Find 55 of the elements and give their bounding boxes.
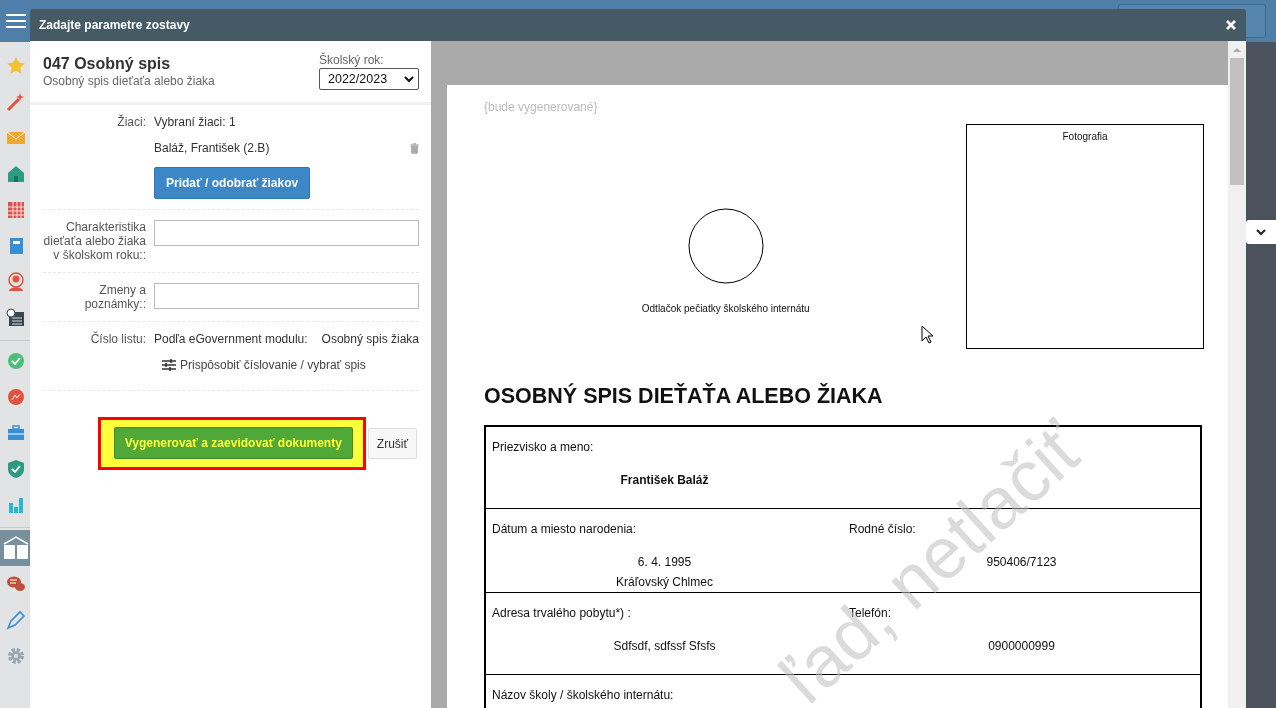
menu-icon[interactable]: [6, 13, 26, 29]
gear-icon: [5, 646, 26, 666]
person-icon: [5, 272, 26, 292]
chevron-icon: [1256, 228, 1266, 236]
field-label: Žiaci:: [116, 115, 146, 131]
book-icon: [1, 535, 30, 561]
star-icon: [5, 56, 26, 76]
scrollbar-thumb[interactable]: [1230, 58, 1244, 185]
placeholder-note: {bude vygenerované}: [484, 100, 598, 116]
field-label: Názov školy / školského internátu:: [492, 688, 675, 702]
check-circle-icon: [5, 351, 26, 371]
scroll-up-icon[interactable]: [1232, 47, 1242, 53]
sliders-icon: [162, 359, 176, 371]
stamp-label: Odtlačok pečiatky školského internátu: [641, 303, 810, 314]
report-title: 047 Osobný spis: [43, 55, 172, 73]
calendar-grid-icon: [5, 200, 26, 220]
field-value: František Baláž: [619, 472, 710, 489]
field-value: Podľa eGovernment modulu:: [154, 332, 308, 346]
close-icon[interactable]: [1226, 20, 1236, 30]
chart-circle-icon: [5, 387, 26, 407]
customize-numbering-link[interactable]: Prispôsobiť číslovanie / vybrať spis: [180, 358, 366, 372]
field-value: Sdfsdf, sdfssf Sfsfs: [612, 638, 717, 655]
dialog-title: Zadajte parametre zostavy: [39, 18, 190, 32]
chevron-icon: [404, 75, 414, 83]
document-heading: OSOBNÝ SPIS DIEŤAŤA ALEBO ŽIAKA: [484, 384, 884, 409]
cursor-icon: [921, 325, 933, 344]
field-value: 6. 4. 1995 Kráľovský Chlmec: [615, 554, 714, 591]
selected-count: Vybraní žiaci: 1: [154, 115, 237, 129]
cancel-button[interactable]: Zrušiť: [367, 428, 417, 459]
chat-bubbles-icon: [5, 574, 26, 594]
text-field[interactable]: [154, 283, 419, 309]
report-subtitle: Osobný spis dieťaťa alebo žiaka: [43, 74, 215, 88]
photo-label: Fotografia: [1062, 131, 1108, 142]
year-select[interactable]: 2022/2023: [319, 68, 419, 90]
pen-icon: [5, 610, 26, 630]
field-label: Dátum a miesto narodenia:: [492, 522, 638, 536]
module-name: Osobný spis žiaka: [321, 332, 419, 346]
add-remove-students-button[interactable]: Pridať / odobrať žiakov: [154, 167, 311, 199]
briefcase-icon: [5, 423, 26, 443]
field-label: Číslo listu:: [89, 332, 146, 348]
envelope-icon: [5, 130, 26, 146]
trash-icon[interactable]: [410, 142, 419, 154]
scrollbar[interactable]: [1228, 41, 1246, 708]
field-label: Adresa trvalého pobytu*) :: [492, 606, 632, 620]
shield-check-icon: [5, 459, 26, 479]
student-name: Baláž, František (2.B): [154, 141, 270, 155]
calendar-clock-icon: [5, 308, 26, 328]
field-label: Školský rok:: [319, 53, 385, 67]
text-field[interactable]: [154, 220, 419, 246]
home-icon: [5, 164, 26, 184]
field-label: Charakteristika dieťaťa alebo žiaka v školskom roku::: [43, 220, 146, 262]
field-label: Priezvisko a meno:: [492, 440, 595, 454]
background-select[interactable]: [1246, 220, 1276, 244]
magic-wand-icon: [5, 92, 26, 112]
field-label: Zmeny a poznámky::: [83, 283, 146, 311]
